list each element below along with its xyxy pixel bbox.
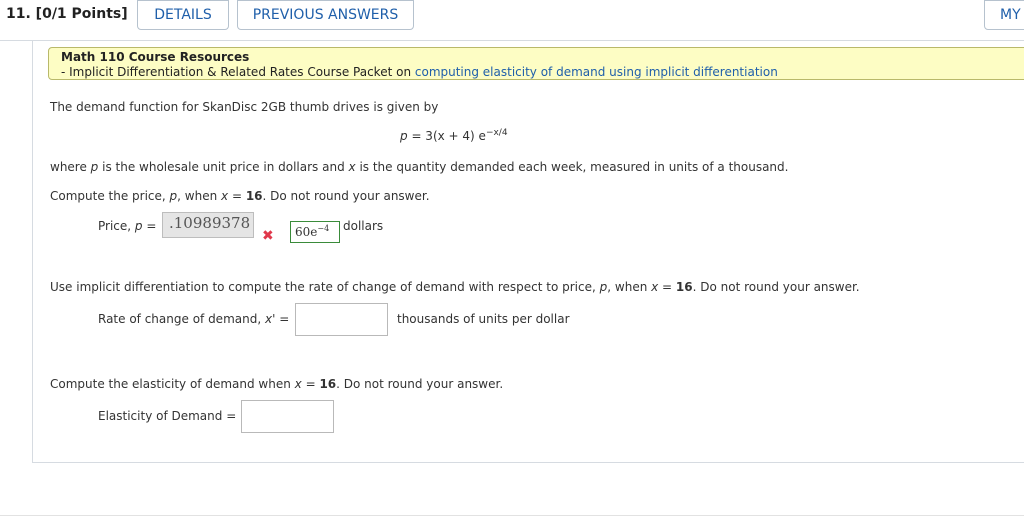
course-resources-box: Math 110 Course Resources - Implicit Dif… [48,47,1024,80]
rate-label-prefix: Rate of change of demand, [98,312,265,326]
problem-intro: The demand function for SkanDisc 2GB thu… [50,100,439,114]
resources-line: - Implicit Differentiation & Related Rat… [61,65,1024,80]
part1-q-mid: , when [177,189,222,203]
rate-label: Rate of change of demand, x' = [98,312,289,326]
where-var-x: x [348,160,356,174]
demand-equation: p = 3(x + 4) e−x/4 [400,128,508,143]
part1-q-suffix: . Do not round your answer. [262,189,430,203]
elasticity-input[interactable] [241,400,334,433]
resources-title: Math 110 Course Resources [61,50,250,64]
part2-q-eq: = [658,280,676,294]
part2-q-mid: , when [607,280,652,294]
part3-q-suffix: . Do not round your answer. [336,377,504,391]
part2-question: Use implicit differentiation to compute … [50,280,860,294]
part3-q-eq: = [301,377,320,391]
equation-exponent: −x/4 [485,128,508,138]
question-number: 11. [0/1 Points] [6,6,128,22]
price-label-prefix: Price, [98,219,135,233]
part3-q-x: x [294,377,302,391]
price-answer-input[interactable]: .10989378 [162,212,254,238]
resources-line-prefix: - Implicit Differentiation & Related Rat… [61,65,415,79]
price-label-var: p [134,219,143,233]
elasticity-label: Elasticity of Demand = [98,409,237,423]
part2-q-val: 16 [675,280,693,294]
bottom-divider [0,515,1024,516]
part1-q-val: 16 [245,189,263,203]
my-notes-button[interactable]: MY [984,0,1024,30]
part2-q-suffix: . Do not round your answer. [692,280,860,294]
part1-q-prefix: Compute the price, [50,189,170,203]
rate-label-suffix: = [275,312,290,326]
correct-answer-exponent: −4 [317,224,330,233]
question-header: 11. [0/1 Points] DETAILS PREVIOUS ANSWER… [0,0,1024,40]
rate-of-change-input[interactable] [295,303,388,336]
part3-question: Compute the elasticity of demand when x … [50,377,503,391]
part1-question: Compute the price, p, when x = 16. Do no… [50,189,430,203]
where-text-3: is the quantity demanded each week, meas… [355,160,789,174]
details-button[interactable]: DETAILS [137,0,229,30]
part1-q-eq: = [228,189,246,203]
rate-label-var: x' [264,312,276,326]
previous-answers-button[interactable]: PREVIOUS ANSWERS [237,0,414,30]
variable-definitions: where p is the wholesale unit price in d… [50,160,788,174]
rate-unit: thousands of units per dollar [397,312,570,326]
correct-answer-base: 60e [295,225,318,239]
where-text-1: where [50,160,91,174]
incorrect-x-icon: ✖ [262,228,274,244]
equation-rhs: = 3(x + 4) e [407,129,486,143]
part3-q-prefix: Compute the elasticity of demand when [50,377,295,391]
price-label-suffix: = [142,219,157,233]
part3-q-val: 16 [319,377,337,391]
where-text-2: is the wholesale unit price in dollars a… [98,160,349,174]
correct-answer-box: 60e−4 [290,221,340,243]
resources-link[interactable]: computing elasticity of demand using imp… [415,65,778,79]
equation-lhs: p [400,129,408,143]
price-unit: dollars [343,219,384,233]
price-label: Price, p = [98,219,156,233]
part2-q-prefix: Use implicit differentiation to compute … [50,280,600,294]
